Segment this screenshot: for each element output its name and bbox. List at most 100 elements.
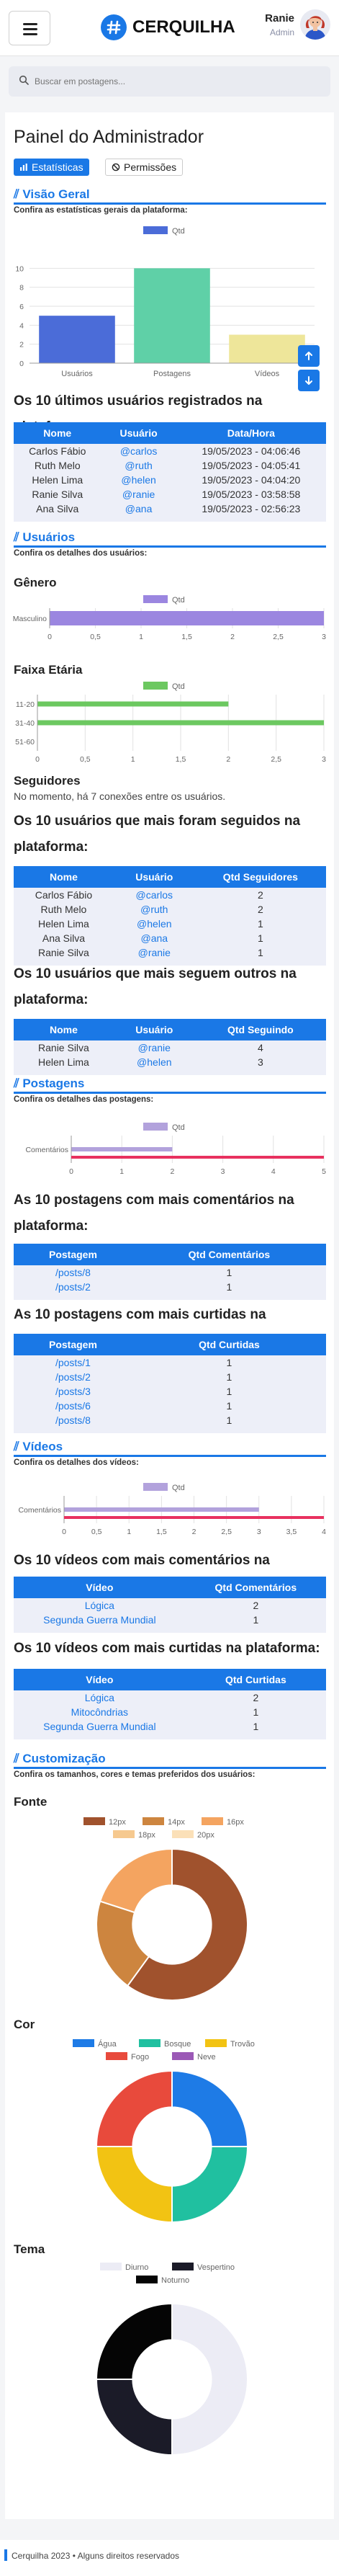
avatar[interactable] — [300, 9, 330, 40]
scroll-up-button[interactable] — [298, 345, 320, 367]
section-title-text: Customização — [22, 1752, 106, 1765]
column-header[interactable]: Postagem — [14, 1334, 132, 1355]
table-cell-link[interactable]: /posts/6 — [14, 1399, 132, 1413]
table-row: Helen Lima @helen 1 — [14, 917, 326, 931]
table-padding — [14, 516, 326, 522]
chart-icon: ⫽ — [14, 530, 19, 544]
table-cell-link[interactable]: Segunda Guerra Mundial — [14, 1719, 186, 1734]
user-menu[interactable]: Ranie Admin — [265, 9, 330, 40]
table-cell-link[interactable]: /posts/2 — [14, 1280, 132, 1294]
table-cell-link[interactable]: @helen — [114, 1055, 195, 1069]
legend-label: Qtd — [172, 1123, 185, 1132]
table-cell-link[interactable]: Mitocôndrias — [14, 1705, 186, 1719]
column-header[interactable]: Usuário — [113, 866, 195, 888]
column-header[interactable]: Data/Hora — [176, 422, 326, 444]
bar — [71, 1147, 173, 1151]
table-cell-link[interactable]: @ruth — [114, 902, 195, 917]
column-header[interactable]: Qtd Comentários — [132, 1244, 326, 1265]
column-header[interactable]: Nome — [14, 422, 101, 444]
section-divider — [14, 545, 326, 548]
theme-chart: Diurno Vespertino Noturno — [95, 2263, 248, 2456]
legend-label: Neve — [197, 2053, 216, 2062]
table-padding — [14, 1069, 326, 1075]
column-header[interactable]: Qtd Curtidas — [185, 1669, 326, 1690]
table-header-row: Vídeo Qtd Comentários — [14, 1577, 326, 1598]
table-row: Carlos Fábio @carlos 2 — [14, 888, 326, 902]
x-tick-label: 1,5 — [176, 755, 186, 764]
legend-swatch — [83, 1817, 105, 1825]
section-title-text: Usuários — [22, 530, 76, 544]
section-subtitle: Confira os detalhes das postagens: — [14, 1095, 154, 1104]
table-cell-link[interactable]: @ranie — [101, 487, 176, 502]
column-header[interactable]: Qtd Seguindo — [194, 1019, 326, 1040]
posts-section-title: ⫽ Postagens — [14, 1077, 84, 1091]
x-tick-label: 0 — [62, 1528, 66, 1536]
chart-icon: ⫽ — [14, 1440, 19, 1453]
color-title: Cor — [14, 2018, 35, 2031]
x-tick-label: 5 — [322, 1167, 326, 1176]
scroll-down-button[interactable] — [298, 370, 320, 391]
table-cell: Carlos Fábio — [35, 889, 93, 901]
column-header[interactable]: Vídeo — [14, 1577, 186, 1598]
table-row: /posts/6 1 — [14, 1399, 326, 1413]
x-tick-label: 1,5 — [181, 633, 192, 641]
table-cell-link[interactable]: @carlos — [101, 444, 176, 458]
table-cell-link[interactable]: /posts/8 — [14, 1265, 132, 1280]
column-header[interactable]: Qtd Curtidas — [132, 1334, 326, 1355]
legend-swatch — [205, 2039, 227, 2047]
table-cell-link[interactable]: @ranie — [114, 1040, 195, 1055]
table-cell: Ruth Melo — [34, 460, 81, 471]
table-cell-link[interactable]: /posts/8 — [14, 1413, 132, 1427]
most-following-table: Nome Usuário Qtd Seguindo Ranie Silva @ra… — [14, 1019, 326, 1075]
bar — [37, 701, 229, 707]
section-divider — [14, 1767, 326, 1769]
table-cell-link[interactable]: @ana — [101, 502, 176, 516]
section-divider — [14, 1092, 326, 1094]
menu-button[interactable] — [9, 11, 50, 45]
table-cell: 1 — [226, 1267, 232, 1278]
table-cell: 19/05/2023 - 02:56:23 — [202, 503, 301, 514]
videos-section-title: ⫽ Vídeos — [14, 1440, 63, 1454]
tab-statistics[interactable]: Estatísticas — [14, 159, 89, 176]
user-role: Admin — [269, 27, 294, 37]
age-chart: Qtd 0 0,5 1 1,5 2 2,5 3 11-20 31-40 51-60 — [15, 682, 326, 764]
table-cell-link[interactable]: @helen — [101, 473, 176, 487]
pie-slice — [171, 2302, 248, 2456]
table-cell-link[interactable]: /posts/2 — [14, 1370, 132, 1384]
table-cell-link[interactable]: Lógica — [14, 1690, 186, 1705]
x-tick-label: 3,5 — [286, 1528, 297, 1536]
table-cell-link[interactable]: @ruth — [101, 458, 176, 473]
table-cell-link[interactable]: /posts/3 — [14, 1384, 132, 1399]
column-header[interactable]: Nome — [14, 1019, 114, 1040]
column-header[interactable]: Vídeo — [14, 1669, 186, 1690]
column-header[interactable]: Qtd Comentários — [185, 1577, 326, 1598]
table-row: Ranie Silva @ranie 19/05/2023 - 03:58:58 — [14, 487, 326, 502]
table-cell-link[interactable]: @carlos — [114, 888, 195, 902]
search-input[interactable] — [35, 66, 322, 97]
brand[interactable]: CERQUILHA — [101, 14, 235, 41]
table-cell: 19/05/2023 - 04:05:41 — [202, 460, 301, 471]
table-cell-link[interactable]: @helen — [114, 917, 195, 931]
pie-slice — [171, 2146, 249, 2224]
table-cell: 2 — [257, 904, 263, 915]
column-header[interactable]: Qtd Seguidores — [194, 866, 326, 888]
search-box[interactable] — [9, 66, 330, 97]
column-header[interactable]: Usuário — [113, 1019, 195, 1040]
table-cell: 1 — [257, 947, 263, 958]
table-cell-link[interactable]: Segunda Guerra Mundial — [14, 1613, 186, 1627]
column-header[interactable]: Postagem — [14, 1244, 132, 1265]
column-header[interactable]: Nome — [14, 866, 114, 888]
table-cell-link[interactable]: @ranie — [114, 945, 195, 960]
x-tick-label: 0,5 — [80, 755, 91, 764]
table-cell: 1 — [226, 1281, 232, 1293]
section-subtitle: Confira os tamanhos, cores e temas prefe… — [14, 1770, 256, 1779]
table-cell-link[interactable]: @ana — [114, 931, 195, 945]
footer-accent — [4, 2549, 7, 2561]
tab-permissions[interactable]: Permissões — [105, 159, 184, 176]
table-cell-link[interactable]: Lógica — [14, 1598, 186, 1613]
table-cell: 1 — [253, 1614, 259, 1626]
table-cell-link[interactable]: /posts/1 — [14, 1355, 132, 1370]
column-header[interactable]: Usuário — [101, 422, 176, 444]
tab-label: Estatísticas — [32, 161, 83, 173]
table-header-row: Postagem Qtd Comentários — [14, 1244, 326, 1265]
